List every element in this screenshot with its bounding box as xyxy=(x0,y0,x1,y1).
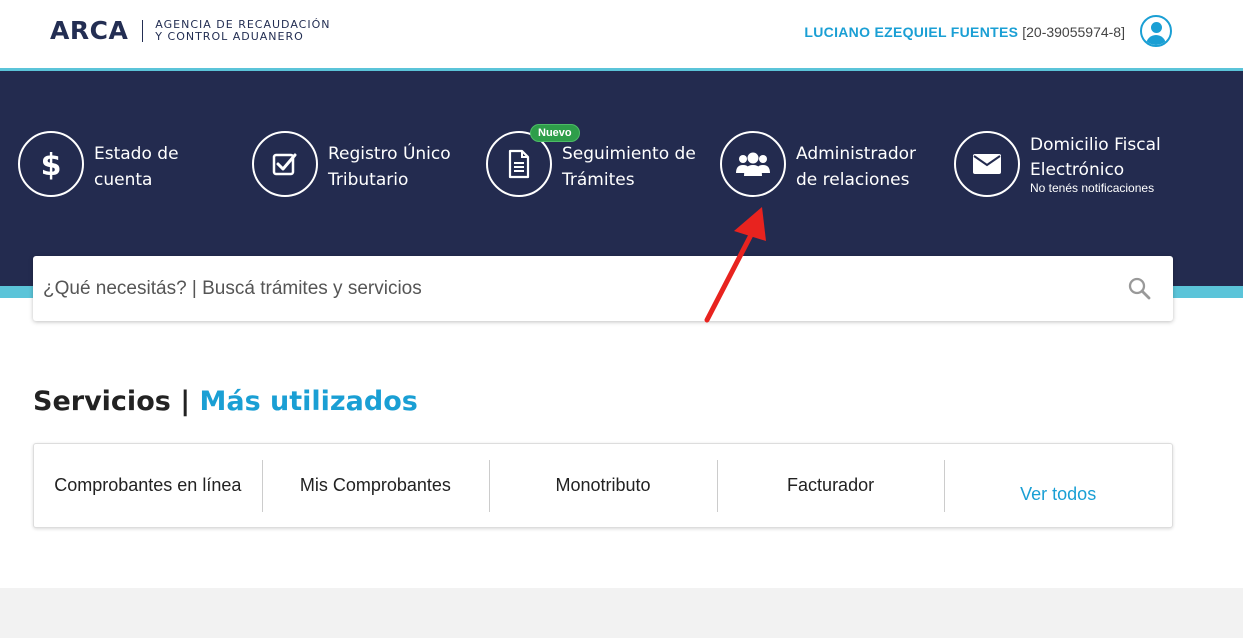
shortcut-label: Seguimiento de Trámites xyxy=(562,144,696,190)
shortcut-administrador-de-relaciones[interactable]: Administrador de relaciones xyxy=(720,131,946,197)
user-name: LUCIANO EZEQUIEL FUENTES xyxy=(804,24,1019,40)
svg-text:$: $ xyxy=(41,148,62,181)
logo-text: AGENCIA DE RECAUDACIÓN Y CONTROL ADUANER… xyxy=(155,18,330,43)
notifications-status: No tenés notificaciones xyxy=(1030,181,1155,195)
user-avatar-icon[interactable] xyxy=(1140,15,1172,47)
shortcut-label: Registro Único Tributario xyxy=(328,144,451,190)
user-cuit: [20-39055974-8] xyxy=(1022,24,1125,40)
service-facturador[interactable]: Facturador xyxy=(716,444,945,527)
search-icon[interactable] xyxy=(1127,276,1151,300)
dollar-icon: $ xyxy=(18,131,84,197)
logo-mark: ARCA xyxy=(50,16,129,45)
shortcut-estado-de-cuenta[interactable]: $ Estado de cuenta xyxy=(18,131,244,197)
services-title-accent: Más utilizados xyxy=(199,386,418,417)
see-all-link[interactable]: Ver todos xyxy=(944,444,1172,527)
arca-logo[interactable]: ARCA AGENCIA DE RECAUDACIÓN Y CONTROL AD… xyxy=(50,16,330,45)
shortcut-domicilio-fiscal-electronico[interactable]: Domicilio Fiscal Electrónico No tenés not… xyxy=(954,131,1180,197)
shortcut-label: Administrador de relaciones xyxy=(796,144,917,190)
search-bar xyxy=(33,256,1173,321)
annotation-arrow-icon xyxy=(704,207,766,323)
shortcut-label: Domicilio Fiscal Electrónico No tenés not… xyxy=(1030,133,1180,195)
top-header: ARCA AGENCIA DE RECAUDACIÓN Y CONTROL AD… xyxy=(0,0,1243,68)
footer-band xyxy=(0,588,1243,638)
services-card: Comprobantes en línea Mis Comprobantes M… xyxy=(33,443,1173,528)
shortcut-registro-unico-tributario[interactable]: Registro Único Tributario xyxy=(252,131,478,197)
service-mis-comprobantes[interactable]: Mis Comprobantes xyxy=(261,444,490,527)
service-comprobantes-en-linea[interactable]: Comprobantes en línea xyxy=(34,444,262,527)
envelope-icon xyxy=(954,131,1020,197)
logo-line-2: Y CONTROL ADUANERO xyxy=(155,29,304,43)
shortcut-seguimiento-de-tramites[interactable]: Seguimiento de Trámites xyxy=(486,131,712,197)
services-title: Servicios | Más utilizados xyxy=(33,386,418,417)
service-monotributo[interactable]: Monotributo xyxy=(489,444,717,527)
user-info[interactable]: LUCIANO EZEQUIEL FUENTES [20-39055974-8] xyxy=(804,24,1125,40)
new-badge: Nuevo xyxy=(530,124,580,142)
logo-separator xyxy=(142,19,144,42)
shortcuts-band: $ Estado de cuenta Registro Único Tributar… xyxy=(0,71,1243,286)
search-input[interactable] xyxy=(43,277,1093,300)
checkbox-icon xyxy=(252,131,318,197)
shortcut-label: Estado de cuenta xyxy=(94,144,179,190)
users-icon xyxy=(720,131,786,197)
